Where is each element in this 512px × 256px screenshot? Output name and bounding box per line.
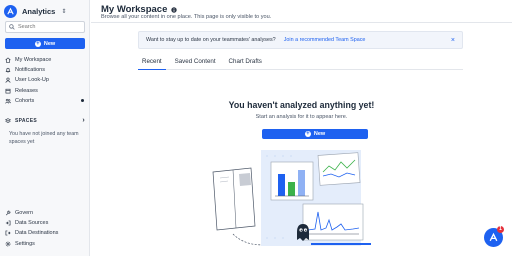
sidebar: Analytics ⇕ + New My Workspace Notificat… <box>0 0 90 256</box>
empty-state-new-button[interactable]: + New <box>262 129 368 139</box>
search-field[interactable] <box>5 21 85 33</box>
search-input[interactable] <box>18 24 84 30</box>
sidebar-new-button[interactable]: + New <box>5 38 85 49</box>
sidebar-bottom-nav: Govern Data Sources Data Destinations Se… <box>5 208 87 249</box>
spaces-empty-note: You have not joined any team spaces yet <box>9 131 79 145</box>
sidebar-item-my-workspace[interactable]: My Workspace <box>5 55 87 65</box>
sidebar-item-data-sources[interactable]: Data Sources <box>5 218 87 228</box>
chevron-updown-icon: ⇕ <box>61 9 67 15</box>
mascot-illustration <box>297 224 309 241</box>
spaces-header[interactable]: SPACES › <box>5 117 85 124</box>
sidebar-item-label: My Workspace <box>15 57 52 64</box>
wrench-icon <box>5 210 11 216</box>
sidebar-item-label: Data Destinations <box>15 230 59 237</box>
empty-state-subtitle: Start an analysis for it to appear here. <box>255 114 348 120</box>
sidebar-item-label: Notifications <box>15 67 45 74</box>
user-icon <box>5 78 11 84</box>
content-tabs: Recent Saved Content Chart Drafts <box>138 57 463 70</box>
releases-icon <box>5 88 11 94</box>
team-space-banner: Want to stay up to date on your teammate… <box>138 31 463 49</box>
page-subtitle: Browse all your content in one place. Th… <box>101 14 272 20</box>
help-launcher-button[interactable]: 1 <box>484 226 504 247</box>
sidebar-item-label: Cohorts <box>15 97 35 104</box>
info-icon[interactable] <box>171 6 178 13</box>
sidebar-item-notifications[interactable]: Notifications <box>5 65 87 75</box>
close-icon[interactable]: × <box>451 37 455 44</box>
app-switcher[interactable]: Analytics ⇕ <box>4 5 66 18</box>
tab-recent[interactable]: Recent <box>138 57 166 70</box>
cohorts-icon <box>5 98 11 104</box>
sidebar-item-label: Releases <box>15 87 38 94</box>
sidebar-item-label: User Look-Up <box>15 77 49 84</box>
empty-state-new-label: New <box>313 131 326 137</box>
home-icon <box>5 57 11 63</box>
join-team-space-link[interactable]: Join a recommended Team Space <box>284 37 366 43</box>
plus-icon: + <box>304 131 311 137</box>
sidebar-nav: My Workspace Notifications User Look-Up … <box>5 55 87 106</box>
chevron-right-icon[interactable]: › <box>82 117 85 124</box>
sidebar-item-cohorts[interactable]: Cohorts <box>5 96 87 106</box>
spaces-icon <box>5 117 11 123</box>
search-icon <box>9 24 15 30</box>
data-destinations-icon <box>5 231 11 236</box>
unread-dot <box>80 98 84 103</box>
tab-chart-drafts[interactable]: Chart Drafts <box>225 57 266 70</box>
app-name: Analytics <box>22 7 56 16</box>
spaces-heading: SPACES <box>15 117 37 124</box>
sidebar-item-releases[interactable]: Releases <box>5 86 87 96</box>
data-sources-icon <box>5 220 11 226</box>
sidebar-item-user-lookup[interactable]: User Look-Up <box>5 75 87 85</box>
sidebar-item-label: Settings <box>15 240 35 247</box>
notification-badge: 1 <box>497 226 504 233</box>
main-content: My Workspace Browse all your content in … <box>91 0 512 256</box>
sidebar-item-settings[interactable]: Settings <box>5 239 87 249</box>
sidebar-item-label: Govern <box>15 210 34 217</box>
header-divider <box>91 22 512 23</box>
sidebar-item-data-destinations[interactable]: Data Destinations <box>5 228 87 238</box>
app-logo-icon <box>489 232 498 242</box>
sidebar-item-label: Data Sources <box>15 220 49 227</box>
sidebar-new-label: New <box>43 40 56 47</box>
empty-state-illustration <box>212 150 371 246</box>
empty-state-title: You haven't analyzed anything yet! <box>228 100 375 110</box>
plus-icon: + <box>34 40 41 47</box>
sidebar-item-govern[interactable]: Govern <box>5 208 87 218</box>
banner-text: Want to stay up to date on your teammate… <box>146 37 276 43</box>
bell-icon <box>5 68 11 73</box>
gear-icon <box>5 241 11 246</box>
tab-saved-content[interactable]: Saved Content <box>171 57 220 70</box>
bar-chart-card-illustration <box>270 161 314 201</box>
app-logo-icon <box>4 5 17 18</box>
draft-page-illustration <box>212 167 256 231</box>
wave-chart-card-illustration <box>302 203 364 241</box>
line-chart-card-illustration <box>317 152 361 186</box>
